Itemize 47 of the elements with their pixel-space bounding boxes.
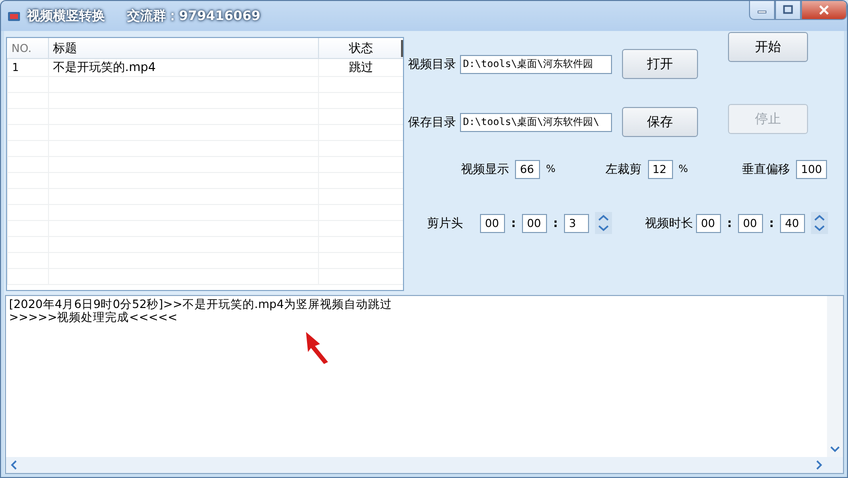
- window-title: 视频横竖转换: [27, 8, 105, 25]
- time-field[interactable]: 40: [780, 214, 805, 232]
- unit-label: %: [678, 164, 688, 174]
- separator: :: [726, 216, 733, 230]
- separator: :: [510, 216, 517, 230]
- path-field[interactable]: D:\tools\桌面\河东软件园: [460, 54, 612, 74]
- field-label: 垂直偏移: [742, 160, 790, 178]
- field-label: 视频目录: [408, 56, 456, 72]
- field-label: 左裁剪: [606, 160, 642, 178]
- separator: :: [552, 216, 559, 230]
- table-cell: 跳过: [318, 58, 403, 76]
- minimize-button[interactable]: [749, 1, 775, 20]
- field-label: 剪片头: [427, 214, 463, 232]
- time-field[interactable]: 00: [480, 214, 505, 232]
- field-label: 视频时长: [645, 214, 693, 232]
- number-field[interactable]: 100: [796, 160, 828, 178]
- path-field[interactable]: D:\tools\桌面\河东软件园\: [460, 112, 612, 132]
- maximize-button[interactable]: [775, 1, 801, 20]
- column-header[interactable]: 状态: [318, 38, 403, 58]
- horizontal-scrollbar[interactable]: [6, 457, 843, 473]
- field-label: 视频显示: [461, 160, 509, 178]
- spinner-icon[interactable]: [811, 212, 828, 234]
- group-number: 交流群：979416069: [127, 8, 260, 25]
- close-button[interactable]: [801, 1, 847, 20]
- spinner-icon[interactable]: [595, 212, 612, 234]
- number-field[interactable]: 12: [648, 160, 673, 178]
- field-label: 保存目录: [408, 114, 456, 130]
- close-icon: [818, 5, 830, 15]
- time-field[interactable]: 00: [696, 214, 721, 232]
- time-field[interactable]: 00: [522, 214, 547, 232]
- maximize-icon: [782, 5, 794, 15]
- table-cell: 1: [8, 58, 48, 76]
- log-line: [2020年4月6日9时0分52秒]>>不是开玩笑的.mp4为竖屏视频自动跳过: [9, 298, 393, 311]
- action-button[interactable]: 保存: [622, 107, 698, 137]
- action-button[interactable]: 开始: [728, 32, 808, 62]
- log-line: >>>>>视频处理完成<<<<<: [9, 311, 178, 324]
- time-field[interactable]: 3: [564, 214, 589, 232]
- separator: :: [768, 216, 775, 230]
- column-header[interactable]: NO.: [8, 38, 48, 58]
- app-icon: [7, 9, 21, 23]
- column-header[interactable]: 标题: [48, 38, 318, 58]
- table-cell: 不是开玩笑的.mp4: [48, 58, 318, 76]
- number-field[interactable]: 66: [515, 160, 540, 178]
- time-field[interactable]: 00: [738, 214, 763, 232]
- unit-label: %: [546, 164, 556, 174]
- action-button[interactable]: 打开: [622, 49, 698, 79]
- vertical-scrollbar[interactable]: [827, 296, 843, 457]
